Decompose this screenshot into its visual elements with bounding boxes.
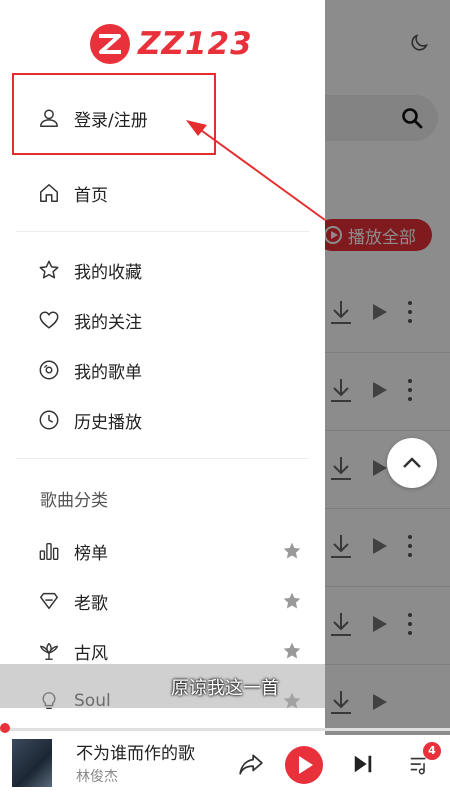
play-pause-button[interactable] bbox=[285, 746, 323, 784]
share-icon[interactable] bbox=[238, 751, 264, 777]
clock-icon bbox=[39, 410, 59, 430]
star-icon[interactable] bbox=[282, 641, 302, 661]
nav-label: 首页 bbox=[74, 185, 108, 206]
logo-icon bbox=[90, 24, 130, 64]
album-cover[interactable] bbox=[12, 739, 52, 787]
mini-player[interactable]: 不为谁而作的歌 林俊杰 4 bbox=[0, 735, 450, 800]
nav-item-history[interactable]: 历史播放 bbox=[38, 406, 142, 434]
song-title: 不为谁而作的歌 bbox=[76, 744, 195, 764]
nav-label: 我的收藏 bbox=[74, 262, 142, 283]
scroll-to-top-button[interactable] bbox=[387, 438, 437, 488]
divider bbox=[16, 231, 309, 232]
queue-count-badge: 4 bbox=[423, 742, 441, 760]
star-outline-icon bbox=[39, 260, 59, 279]
nav-item-playlists[interactable]: 我的歌单 bbox=[38, 356, 142, 384]
bar-chart-icon bbox=[39, 542, 59, 560]
star-icon[interactable] bbox=[282, 541, 302, 561]
nav-item-favorites[interactable]: 我的收藏 bbox=[38, 256, 142, 284]
section-title: 歌曲分类 bbox=[40, 491, 108, 511]
nav-item-home[interactable]: 首页 bbox=[38, 179, 108, 207]
gem-icon bbox=[40, 592, 58, 610]
chevron-up-icon bbox=[403, 457, 421, 468]
home-icon bbox=[40, 184, 58, 202]
disc-icon bbox=[39, 360, 59, 380]
category-label: 榜单 bbox=[74, 543, 108, 564]
lotus-icon bbox=[39, 642, 59, 660]
category-label: 老歌 bbox=[74, 593, 108, 614]
next-track-icon[interactable] bbox=[352, 753, 374, 775]
nav-label: 我的歌单 bbox=[74, 362, 142, 383]
category-item-guofeng[interactable]: 古风 bbox=[38, 637, 108, 665]
nav-item-following[interactable]: 我的关注 bbox=[38, 306, 142, 334]
lyric-subtitle: 原谅我这一首 bbox=[171, 678, 279, 699]
star-icon[interactable] bbox=[282, 591, 302, 611]
category-item-oldies[interactable]: 老歌 bbox=[38, 587, 108, 615]
heart-icon bbox=[39, 311, 59, 329]
nav-label: 我的关注 bbox=[74, 312, 142, 333]
annotation-highlight-box bbox=[12, 73, 216, 155]
navigation-drawer: ZZ123 登录/注册 首页 我的收藏 我的关注 我的歌单 历史播放 歌曲分类 … bbox=[0, 0, 325, 735]
song-artist: 林俊杰 bbox=[76, 769, 118, 785]
category-item-charts[interactable]: 榜单 bbox=[38, 537, 108, 565]
divider bbox=[16, 458, 309, 459]
progress-handle[interactable] bbox=[0, 723, 10, 733]
playback-progress[interactable] bbox=[0, 728, 450, 731]
logo-text: ZZ123 bbox=[138, 26, 253, 62]
nav-label: 历史播放 bbox=[74, 412, 142, 433]
app-logo: ZZ123 bbox=[88, 22, 252, 66]
category-label: 古风 bbox=[74, 643, 108, 664]
